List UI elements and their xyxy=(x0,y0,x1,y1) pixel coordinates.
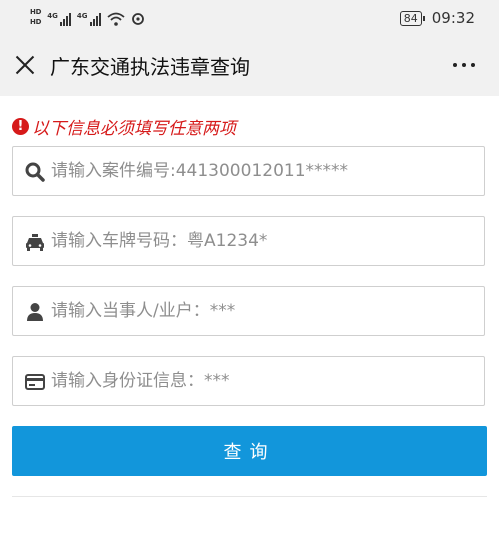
case-number-field[interactable] xyxy=(12,146,485,196)
page-title: 广东交通执法违章查询 xyxy=(50,55,250,79)
plate-number-input[interactable] xyxy=(51,217,476,265)
hd-badge: HD xyxy=(30,8,42,16)
signal-icon: 4G xyxy=(47,12,71,26)
sync-icon xyxy=(131,13,144,25)
status-bar: HD HD 4G 4G 84 09:32 xyxy=(0,0,499,34)
wifi-icon xyxy=(106,12,125,26)
hd-badge: HD xyxy=(30,18,42,26)
id-card-field[interactable] xyxy=(12,356,485,406)
status-icons-left: HD HD 4G 4G xyxy=(30,8,145,26)
party-name-field[interactable] xyxy=(12,286,485,336)
car-icon xyxy=(26,234,44,251)
notice-text: 以下信息必须填写任意两项 xyxy=(32,119,236,139)
signal-icon: 4G xyxy=(77,12,101,26)
plate-number-field[interactable] xyxy=(12,216,485,266)
id-card-input[interactable] xyxy=(51,357,476,405)
search-icon xyxy=(25,162,45,182)
divider xyxy=(12,496,487,497)
battery-icon: 84 xyxy=(399,10,425,26)
party-name-input[interactable] xyxy=(51,287,476,335)
alert-icon: ! xyxy=(12,118,29,135)
status-time: 09:32 xyxy=(431,9,475,27)
case-number-input[interactable] xyxy=(51,147,476,195)
query-button[interactable]: 查询 xyxy=(12,426,487,476)
close-icon[interactable] xyxy=(14,54,36,76)
required-notice: ! 以下信息必须填写任意两项 xyxy=(12,114,236,139)
title-bar: 广东交通执法违章查询 xyxy=(0,34,499,96)
id-card-icon xyxy=(25,374,45,390)
more-options-icon[interactable] xyxy=(453,63,475,67)
user-icon xyxy=(27,303,43,321)
